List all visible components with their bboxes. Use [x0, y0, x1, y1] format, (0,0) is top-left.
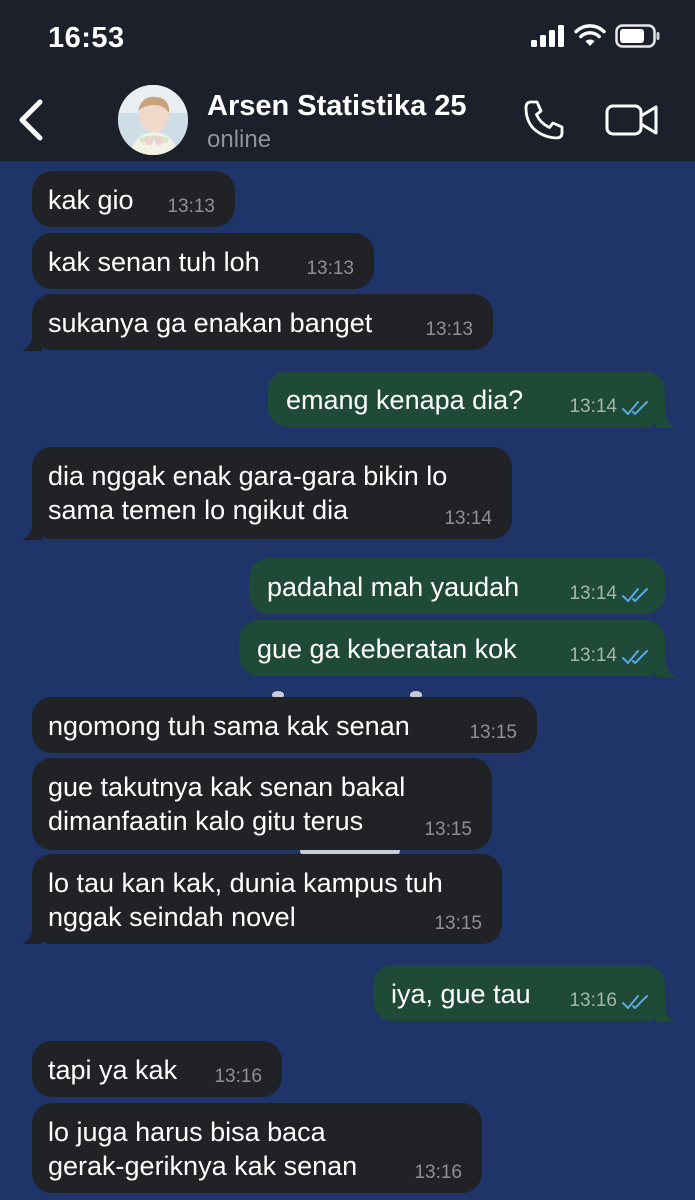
- avatar[interactable]: [118, 85, 188, 155]
- double-check-icon: [622, 650, 648, 664]
- battery-icon: [615, 24, 660, 48]
- signal-icon: [531, 25, 564, 47]
- message-time: 13:14: [569, 583, 617, 604]
- video-call-button[interactable]: [605, 100, 659, 140]
- message-time: 13:16: [414, 1162, 462, 1183]
- message-time: 13:13: [425, 319, 473, 340]
- message-time: 13:14: [444, 508, 492, 529]
- message-time: 13:13: [167, 196, 215, 217]
- message-text: lo tau kan kak, dunia kampus tuh nggak s…: [48, 868, 443, 932]
- message-text: dia nggak enak gara-gara bikin lo sama t…: [48, 461, 448, 525]
- bubble-tail: [22, 520, 42, 540]
- message-outgoing[interactable]: padahal mah yaudah 13:14: [249, 558, 665, 614]
- contact-status: online: [207, 126, 272, 153]
- chevron-left-icon: [19, 99, 43, 141]
- contact-name[interactable]: Arsen Statistika 25: [207, 90, 467, 123]
- message-text: tapi ya kak: [48, 1055, 178, 1085]
- bubble-tail: [22, 331, 42, 351]
- bubble-tail: [656, 657, 676, 677]
- message-incoming[interactable]: lo tau kan kak, dunia kampus tuh nggak s…: [32, 854, 502, 944]
- message-list[interactable]: kak gio 13:13 kak senan tuh loh 13:13 su…: [0, 163, 695, 1200]
- message-text: gue ga keberatan kok: [257, 634, 517, 664]
- message-text: ngomong tuh sama kak senan: [48, 711, 410, 741]
- message-time: 13:15: [469, 722, 517, 743]
- message-incoming[interactable]: ngomong tuh sama kak senan 13:15: [32, 697, 537, 753]
- avatar-image: [118, 85, 188, 155]
- message-time: 13:14: [569, 396, 617, 417]
- bubble-tail: [22, 924, 42, 944]
- call-button[interactable]: [522, 98, 566, 142]
- message-incoming[interactable]: tapi ya kak 13:16: [32, 1041, 282, 1097]
- message-time: 13:13: [306, 258, 354, 279]
- chat-header: 16:53 Arsen Statistika 25 online: [0, 0, 695, 162]
- message-time: 13:15: [434, 913, 482, 934]
- back-button[interactable]: [14, 96, 50, 144]
- phone-icon: [524, 100, 564, 140]
- message-time: 13:15: [424, 819, 472, 840]
- message-text: padahal mah yaudah: [267, 572, 520, 602]
- message-text: emang kenapa dia?: [286, 385, 524, 415]
- message-text: sukanya ga enakan banget: [48, 308, 373, 338]
- message-text: lo juga harus bisa baca gerak-geriknya k…: [48, 1117, 358, 1181]
- double-check-icon: [622, 995, 648, 1009]
- message-incoming[interactable]: dia nggak enak gara-gara bikin lo sama t…: [32, 447, 512, 539]
- status-time: 16:53: [48, 22, 125, 54]
- double-check-icon: [622, 401, 648, 415]
- message-time: 13:16: [214, 1066, 262, 1087]
- message-text: gue takutnya kak senan bakal dimanfaatin…: [48, 772, 406, 836]
- wifi-icon: [574, 24, 606, 46]
- status-icons: [531, 24, 661, 48]
- message-incoming[interactable]: gue takutnya kak senan bakal dimanfaatin…: [32, 758, 492, 850]
- message-outgoing[interactable]: emang kenapa dia? 13:14: [268, 371, 665, 427]
- message-incoming[interactable]: kak gio 13:13: [32, 171, 235, 227]
- message-outgoing[interactable]: iya, gue tau 13:16: [373, 965, 665, 1021]
- message-time: 13:14: [569, 645, 617, 666]
- video-camera-icon: [605, 104, 658, 136]
- message-text: iya, gue tau: [391, 979, 531, 1009]
- message-time: 13:16: [569, 990, 617, 1011]
- message-text: kak gio: [48, 185, 134, 215]
- bubble-tail: [656, 1002, 676, 1022]
- bubble-tail: [656, 408, 676, 428]
- double-check-icon: [622, 588, 648, 602]
- message-incoming[interactable]: sukanya ga enakan banget 13:13: [32, 294, 493, 350]
- message-incoming[interactable]: kak senan tuh loh 13:13: [32, 233, 374, 289]
- message-incoming[interactable]: lo juga harus bisa baca gerak-geriknya k…: [32, 1103, 482, 1193]
- message-outgoing[interactable]: gue ga keberatan kok 13:14: [239, 620, 665, 676]
- message-text: kak senan tuh loh: [48, 247, 260, 277]
